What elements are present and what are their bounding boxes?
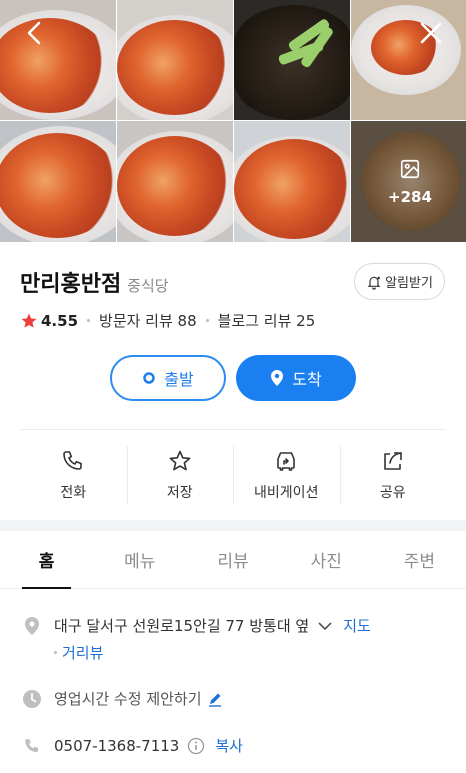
photo-thumbnail[interactable]: [117, 0, 233, 120]
place-name: 만리홍반점: [20, 272, 122, 297]
location-pin-icon: [271, 370, 284, 386]
copy-link[interactable]: 복사: [215, 735, 243, 756]
more-photos-count: +284: [388, 187, 432, 206]
share-icon: [383, 451, 402, 470]
notify-button[interactable]: 알림받기: [354, 263, 445, 300]
tab-nearby[interactable]: 주변: [373, 531, 466, 588]
more-photos-overlay[interactable]: +284: [351, 121, 466, 242]
chevron-down-icon[interactable]: [317, 621, 333, 631]
arrive-label: 도착: [292, 370, 322, 389]
tab-reviews[interactable]: 리뷰: [186, 531, 279, 588]
photo-thumbnail[interactable]: [351, 0, 466, 120]
photo-thumbnail[interactable]: [117, 121, 233, 242]
depart-button[interactable]: 출발: [110, 355, 226, 401]
address-row: 대구 달서구 선원로15안길 77 방통대 옆 지도: [22, 615, 371, 636]
image-icon: [399, 158, 421, 184]
photo-thumbnail[interactable]: [234, 0, 350, 120]
close-icon: [420, 22, 442, 44]
navigation-label: 내비게이션: [254, 484, 319, 501]
photo-more-thumbnail[interactable]: +284: [351, 121, 466, 242]
phone-icon: [63, 450, 83, 470]
navigation-icon: [277, 451, 296, 471]
info-icon[interactable]: [187, 737, 205, 755]
back-button[interactable]: [18, 16, 52, 50]
navigation-button[interactable]: 내비게이션: [233, 430, 340, 520]
share-button[interactable]: 공유: [339, 430, 447, 520]
tab-bar: 홈 메뉴 리뷰 사진 주변: [0, 531, 466, 589]
separator-dot: [87, 319, 91, 322]
location-pin-icon: [22, 616, 42, 636]
photo-thumbnail[interactable]: [0, 121, 116, 242]
star-filled-icon: [21, 313, 37, 328]
close-button[interactable]: [414, 16, 448, 50]
place-category: 중식당: [127, 277, 169, 295]
quick-actions: 전화 저장 내비게이션 공유: [20, 430, 446, 520]
share-label: 공유: [379, 484, 406, 501]
place-header: 만리홍반점 중식당: [20, 266, 169, 298]
blog-reviews-link[interactable]: 블로그 리뷰 25: [218, 310, 316, 331]
phone-number[interactable]: 0507-1368-7113: [54, 737, 179, 755]
rating-summary: 4.55 방문자 리뷰 88 블로그 리뷰 25: [20, 310, 315, 331]
distance-view-row: 거리뷰: [54, 642, 103, 663]
tab-menu[interactable]: 메뉴: [93, 531, 186, 588]
address-text: 대구 달서구 선원로15안길 77 방통대 옆: [54, 617, 310, 635]
hours-suggest-text[interactable]: 영업시간 수정 제안하기: [54, 688, 202, 709]
map-link[interactable]: 지도: [343, 615, 371, 636]
photo-gallery: +284: [0, 0, 466, 242]
separator-dot: [54, 651, 57, 654]
depart-label: 출발: [164, 370, 194, 389]
hours-row: 영업시간 수정 제안하기: [22, 688, 223, 709]
star-icon: [169, 450, 191, 470]
call-button[interactable]: 전화: [20, 430, 127, 520]
origin-dot-icon: [143, 372, 156, 384]
rating-score: 4.55: [41, 311, 79, 330]
photo-thumbnail[interactable]: [234, 121, 350, 242]
section-separator: [0, 520, 466, 531]
street-view-link[interactable]: 거리뷰: [62, 642, 103, 663]
chevron-left-icon: [27, 21, 41, 45]
phone-icon: [22, 737, 42, 755]
arrive-button[interactable]: 도착: [236, 355, 356, 401]
bell-plus-icon: [367, 276, 381, 290]
call-label: 전화: [60, 484, 87, 501]
save-label: 저장: [166, 484, 193, 501]
visitor-reviews-link[interactable]: 방문자 리뷰 88: [99, 310, 197, 331]
separator-dot: [205, 319, 209, 322]
tab-home[interactable]: 홈: [0, 531, 93, 589]
pencil-icon[interactable]: [207, 691, 223, 707]
phone-row: 0507-1368-7113 복사: [22, 735, 243, 756]
tab-photos[interactable]: 사진: [280, 531, 373, 588]
save-button[interactable]: 저장: [126, 430, 234, 520]
clock-icon: [22, 689, 42, 709]
notify-label: 알림받기: [385, 276, 433, 291]
